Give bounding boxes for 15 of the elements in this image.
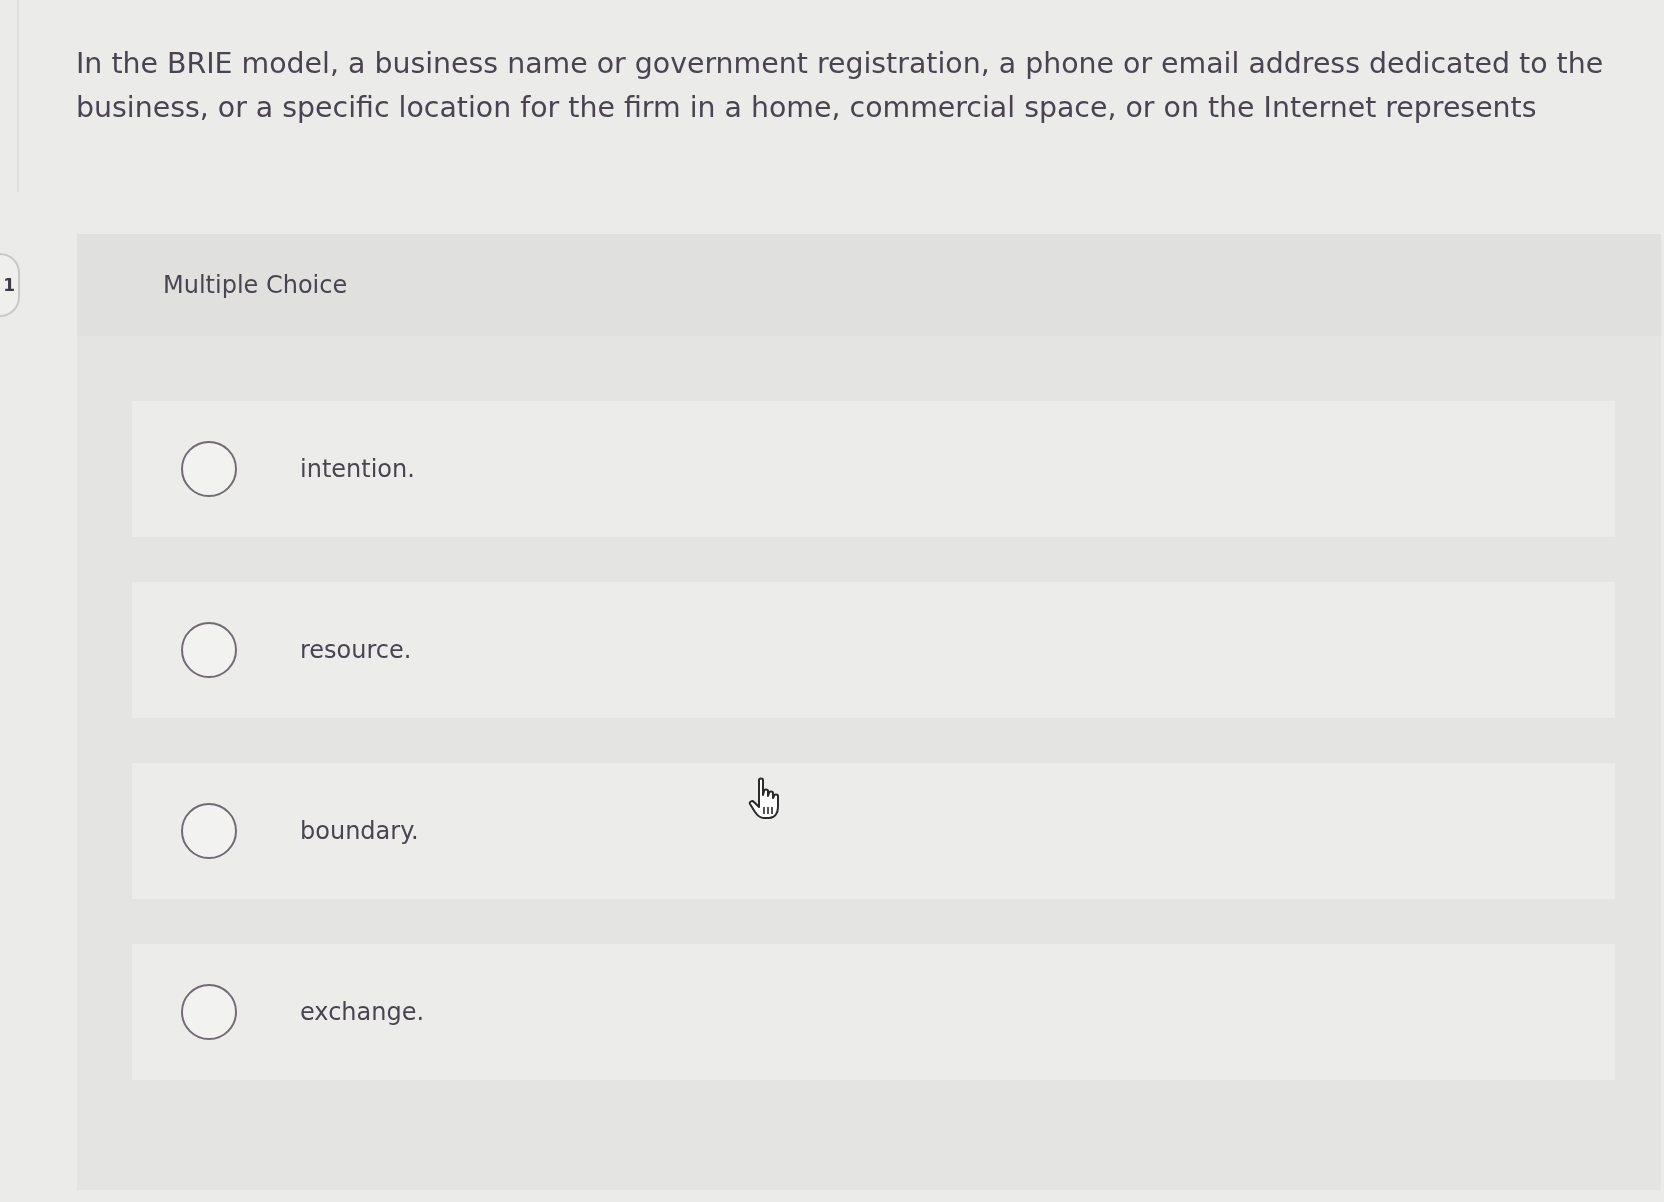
answer-option[interactable]: exchange. [132,944,1615,1080]
answer-option[interactable]: intention. [132,401,1615,537]
radio-button[interactable] [181,441,237,497]
option-label: exchange. [300,998,425,1026]
question-type-heading: Multiple Choice [163,271,348,299]
option-label: resource. [300,636,412,664]
question-number: 1 [0,253,20,317]
answer-option[interactable]: resource. [132,582,1615,718]
radio-button[interactable] [181,803,237,859]
answer-option[interactable]: boundary. [132,763,1615,899]
option-label: boundary. [300,817,419,845]
question-text: In the BRIE model, a business name or government registration, a phone or email address dedicated to the business, or a specific location for the firm in a home, commercial space, or on the Internet represents [76,46,1605,126]
option-label: intention. [300,455,415,483]
radio-button[interactable] [181,984,237,1040]
radio-button[interactable] [181,622,237,678]
